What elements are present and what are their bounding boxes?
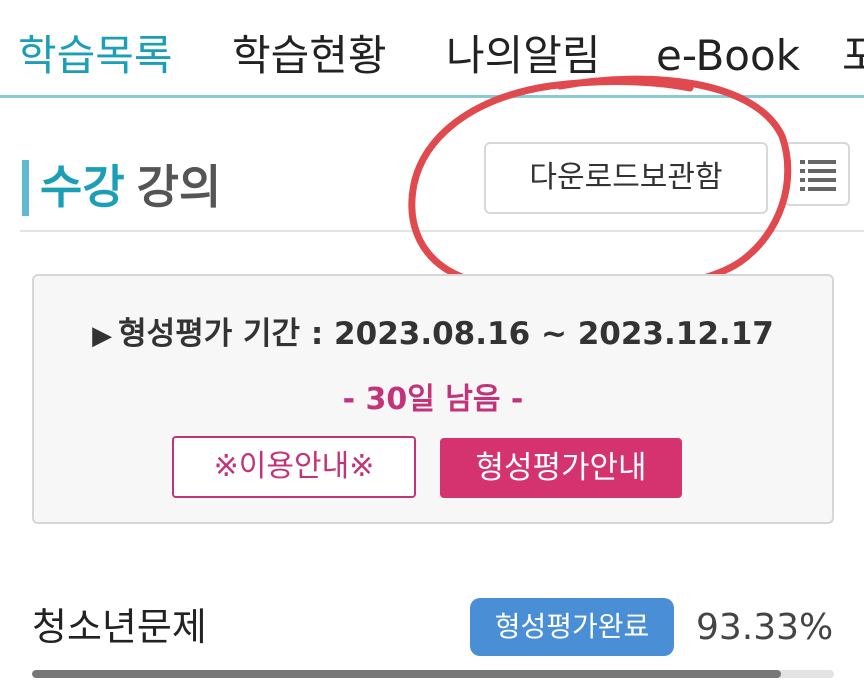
section-title: 수강 강의 — [40, 156, 221, 218]
tab-more[interactable]: 포 — [842, 28, 864, 84]
evaluation-period: ▶ 형성평가 기간 : 2023.08.16 ~ 2023.12.17 — [34, 308, 832, 353]
evaluation-guide-button[interactable]: 형성평가안내 — [440, 438, 682, 498]
days-remaining: - 30일 남음 - — [342, 382, 524, 417]
tab-my-notifications[interactable]: 나의알림 — [446, 28, 601, 84]
progress-bar-fill — [32, 670, 781, 678]
section-divider — [20, 230, 864, 232]
tab-learning-status[interactable]: 학습현황 — [232, 28, 387, 84]
top-nav: 학습목록 학습현황 나의알림 e-Book 포 — [0, 0, 864, 98]
section-accent-bar — [22, 160, 29, 216]
section-title-rest: 강의 — [136, 160, 222, 214]
progress-bar — [32, 670, 834, 678]
usage-guide-button[interactable]: ※이용안내※ — [172, 436, 416, 498]
list-view-button[interactable] — [784, 142, 850, 206]
evaluation-info-box: ▶ 형성평가 기간 : 2023.08.16 ~ 2023.12.17 - 30일… — [32, 274, 834, 524]
tab-learning-list[interactable]: 학습목록 — [18, 28, 173, 84]
progress-percent: 93.33% — [696, 607, 834, 648]
tab-ebook[interactable]: e-Book — [656, 28, 800, 84]
list-icon — [800, 160, 836, 191]
course-title[interactable]: 청소년문제 — [32, 600, 207, 654]
download-storage-button[interactable]: 다운로드보관함 — [484, 142, 768, 214]
evaluation-period-text: 형성평가 기간 : 2023.08.16 ~ 2023.12.17 — [118, 316, 774, 352]
section-title-highlight: 수강 — [40, 160, 125, 214]
play-arrow-icon: ▶ — [92, 321, 113, 351]
status-badge: 형성평가완료 — [470, 598, 674, 656]
